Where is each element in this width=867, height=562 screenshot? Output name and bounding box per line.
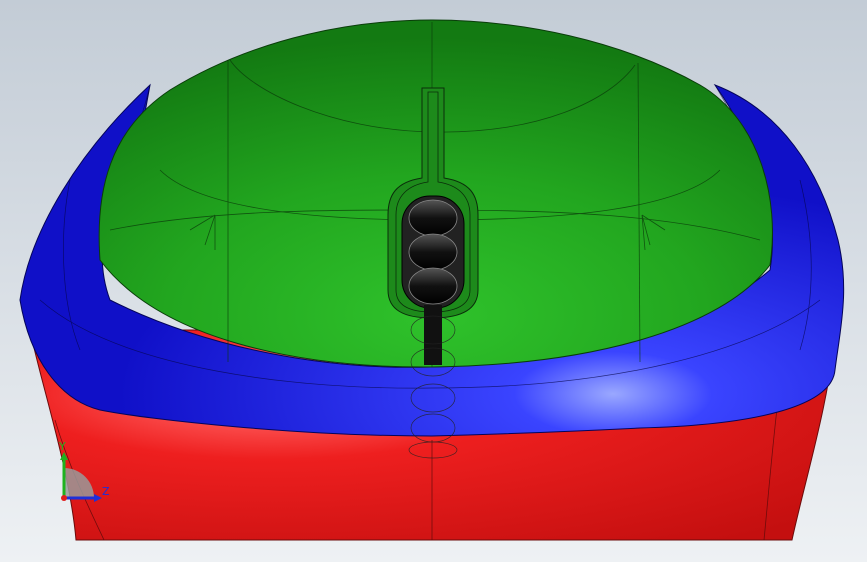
model-view[interactable] xyxy=(0,0,867,562)
x-axis-point xyxy=(61,495,67,501)
z-axis-label: Z xyxy=(102,485,110,498)
view-triad: Y Z xyxy=(52,438,122,508)
y-axis-arrow xyxy=(60,452,68,460)
z-axis-arrow xyxy=(94,494,102,502)
wheel-stem xyxy=(424,305,442,365)
y-axis-label: Y xyxy=(59,440,66,453)
graphics-viewport[interactable]: Y Z xyxy=(0,0,867,562)
triad-plane xyxy=(64,468,94,498)
wheel-segment xyxy=(408,233,458,271)
wheel-segment xyxy=(408,267,458,305)
wheel-segment xyxy=(408,199,458,237)
